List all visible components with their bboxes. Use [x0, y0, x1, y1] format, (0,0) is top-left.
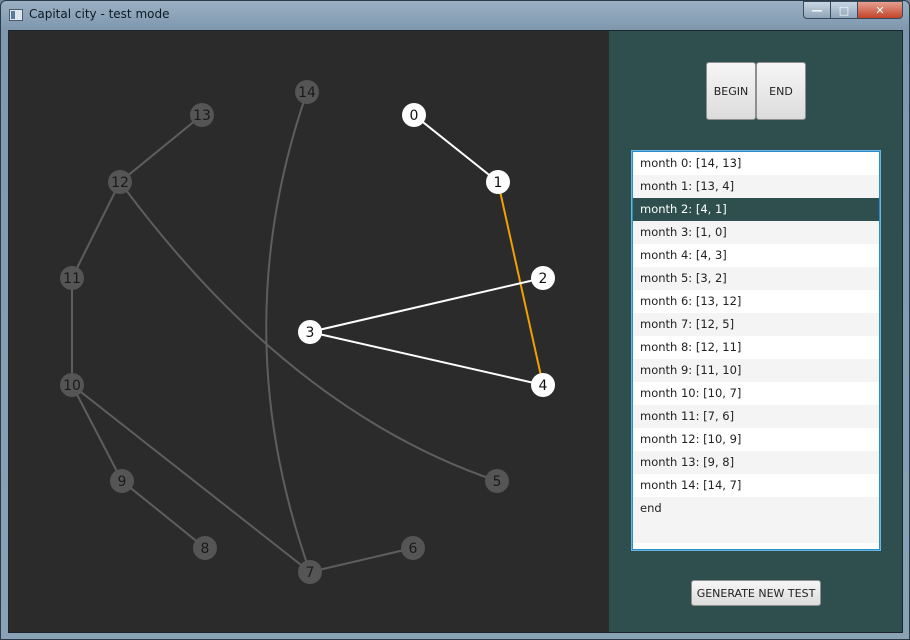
window-controls: — □ ✕ — [803, 1, 903, 21]
month-list-item[interactable]: month 3: [1, 0] — [633, 221, 879, 244]
month-list-item[interactable]: month 5: [3, 2] — [633, 267, 879, 290]
graph-node-label: 3 — [306, 325, 315, 341]
graph-edge-3-2 — [309, 277, 544, 333]
month-list-item[interactable]: month 13: [9, 8] — [633, 451, 879, 474]
graph-node-12: 12 — [108, 170, 132, 194]
close-button[interactable]: ✕ — [857, 1, 903, 19]
graph-node-label: 4 — [539, 378, 548, 394]
graph-edge-12-11 — [71, 181, 121, 279]
minimize-button[interactable]: — — [803, 1, 830, 19]
title-bar[interactable]: Capital city - test mode — □ ✕ — [1, 1, 909, 29]
month-list-item[interactable]: month 9: [11, 10] — [633, 359, 879, 382]
window-title: Capital city - test mode — [29, 7, 170, 21]
app-icon — [9, 9, 23, 21]
graph-node-7: 7 — [298, 560, 322, 584]
graph-node-label: 2 — [539, 271, 548, 287]
graph-edge-3-4 — [309, 331, 544, 386]
graph-node-14: 14 — [295, 80, 319, 104]
graph-node-label: 0 — [410, 108, 419, 124]
graph-edge-12-13 — [119, 114, 203, 183]
graph-node-13: 13 — [190, 103, 214, 127]
end-button[interactable]: END — [756, 62, 806, 120]
month-list-item[interactable]: month 7: [12, 5] — [633, 313, 879, 336]
graph-node-label: 14 — [298, 85, 316, 101]
graph-canvas: 0 1 2 3 4 5 6 7 8 9 10 11 12 13 14 — [9, 31, 609, 632]
month-list-item[interactable]: month 11: [7, 6] — [633, 405, 879, 428]
graph-node-0: 0 — [402, 103, 426, 127]
month-list-item[interactable]: month 1: [13, 4] — [633, 175, 879, 198]
graph-node-label: 12 — [111, 175, 129, 191]
graph-node-2: 2 — [531, 266, 555, 290]
graph-node-6: 6 — [401, 536, 425, 560]
app-window: Capital city - test mode — □ ✕ 012345678… — [0, 0, 910, 640]
begin-button[interactable]: BEGIN — [706, 62, 756, 120]
month-list-item[interactable]: month 6: [13, 12] — [633, 290, 879, 313]
graph-node-5: 5 — [485, 469, 509, 493]
maximize-button[interactable]: □ — [830, 1, 857, 19]
graph-node-10: 10 — [60, 373, 84, 397]
generate-new-test-button[interactable]: GENERATE NEW TEST — [691, 580, 821, 606]
graph-node-label: 5 — [493, 474, 502, 490]
graph-edge-0-1 — [413, 114, 499, 183]
graph-node-9: 9 — [110, 469, 134, 493]
month-list-item[interactable]: month 2: [4, 1] — [633, 198, 879, 221]
graph-node-1: 1 — [486, 170, 510, 194]
graph-node-label: 6 — [409, 541, 418, 557]
graph-node-8: 8 — [193, 536, 217, 560]
graph-edge-7-6 — [309, 547, 414, 573]
graph-edge-10-9 — [71, 384, 123, 482]
graph-edge-9-8 — [121, 480, 206, 549]
graph-node-label: 1 — [494, 175, 503, 191]
graph-node-label: 7 — [306, 565, 315, 581]
graph-node-label: 10 — [63, 378, 81, 394]
graph-node-4: 4 — [531, 373, 555, 397]
month-list-item[interactable]: month 8: [12, 11] — [633, 336, 879, 359]
graph-node-label: 9 — [118, 474, 127, 490]
graph-edge-10-7 — [71, 384, 311, 573]
control-panel: BEGIN END month 0: [14, 13] month 1: [13,… — [609, 31, 902, 632]
month-list-item[interactable]: month 12: [10, 9] — [633, 428, 879, 451]
month-list[interactable]: month 0: [14, 13] month 1: [13, 4] month 2… — [632, 151, 880, 550]
month-list-item[interactable]: end — [633, 497, 879, 520]
graph-node-label: 11 — [63, 271, 81, 287]
month-list-item[interactable]: month 0: [14, 13] — [633, 152, 879, 175]
month-list-item[interactable]: month 14: [14, 7] — [633, 474, 879, 497]
graph-node-label: 13 — [193, 108, 211, 124]
month-list-empty-row — [633, 520, 879, 543]
graph-node-label: 8 — [201, 541, 210, 557]
graph-node-3: 3 — [298, 320, 322, 344]
graph-node-11: 11 — [60, 266, 84, 290]
month-list-item[interactable]: month 10: [10, 7] — [633, 382, 879, 405]
main-content: 0 1 2 3 4 5 6 7 8 9 10 11 12 13 14 BEGIN END month 0: … — [8, 30, 903, 633]
graph-svg: 01234567891011121314 — [60, 80, 555, 584]
month-list-item[interactable]: month 4: [4, 3] — [633, 244, 879, 267]
